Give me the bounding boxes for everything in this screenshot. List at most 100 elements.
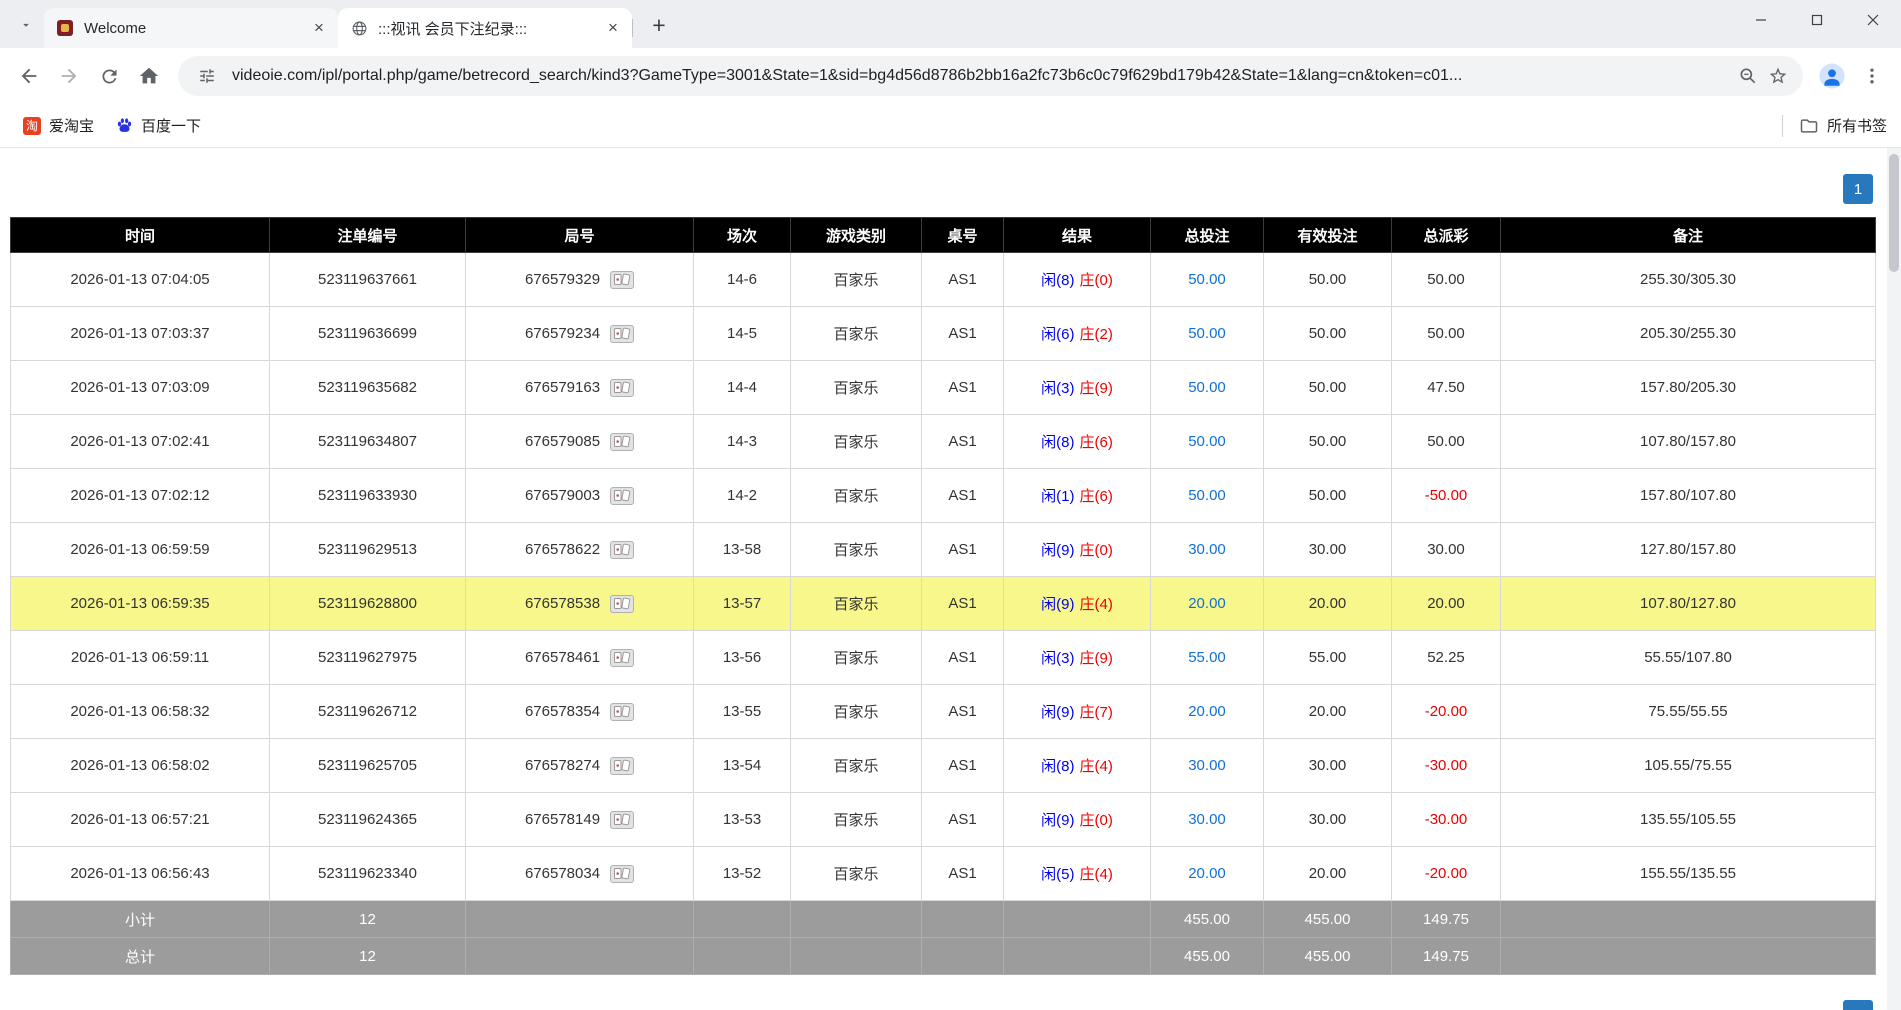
bookmark-aitaobao[interactable]: 淘 爱淘宝 [14,110,103,141]
cell-session: 13-55 [694,685,791,739]
forward-button[interactable] [50,57,88,95]
tab-title: :::视讯 会员下注纪录::: [378,18,602,39]
result-banker: 庄(0) [1080,542,1113,559]
cell-total-bet[interactable]: 50.00 [1151,253,1264,307]
cell-result: 闲(5)庄(4) [1004,847,1151,901]
replay-cards-icon[interactable] [610,703,634,721]
tab-welcome[interactable]: Welcome × [44,8,338,48]
replay-cards-icon[interactable] [610,325,634,343]
cell-result: 闲(8)庄(0) [1004,253,1151,307]
cell-bet-id: 523119635682 [270,361,466,415]
back-button[interactable] [10,57,48,95]
baidu-paw-icon [116,117,133,134]
page-scrollbar[interactable] [1887,148,1901,1010]
result-banker: 庄(4) [1080,758,1113,775]
replay-cards-icon[interactable] [610,757,634,775]
cell-total-bet[interactable]: 20.00 [1151,577,1264,631]
tab-betrecord[interactable]: :::视讯 会员下注纪录::: × [338,8,632,48]
cell-bet-id: 523119637661 [270,253,466,307]
total-valid-bet: 455.00 [1264,938,1392,975]
table-row: 2026-01-13 07:03:09523119635682676579163… [11,361,1876,415]
cell-note: 55.55/107.80 [1501,631,1876,685]
cell-total-bet[interactable]: 50.00 [1151,415,1264,469]
cell-result: 闲(9)庄(0) [1004,523,1151,577]
welcome-favicon-icon [56,19,74,37]
page-content: 1 时间 注单编号 局号 场次 游戏类别 桌号 结果 总投注 有效投注 总 [0,148,1901,1010]
replay-cards-icon[interactable] [610,649,634,667]
tab-close-icon[interactable]: × [308,17,330,39]
bookmarks-separator [1782,115,1783,137]
empty-cell [1501,938,1876,975]
total-label: 总计 [11,938,270,975]
replay-cards-icon[interactable] [610,541,634,559]
zoom-icon[interactable] [1733,61,1763,91]
replay-cards-icon[interactable] [610,379,634,397]
cell-total-bet[interactable]: 50.00 [1151,361,1264,415]
replay-cards-icon[interactable] [610,595,634,613]
pagination-bottom-partial[interactable]: 1 [1843,1000,1873,1010]
close-button[interactable] [1845,0,1901,40]
result-player: 闲(5) [1041,866,1074,883]
cell-note: 107.80/127.80 [1501,577,1876,631]
home-button[interactable] [130,57,168,95]
tab-search-icon[interactable] [12,11,40,39]
cell-valid-bet: 50.00 [1264,361,1392,415]
cell-time: 2026-01-13 06:58:32 [11,685,270,739]
cell-payout: 52.25 [1392,631,1501,685]
col-payout: 总派彩 [1392,218,1501,253]
col-table-no: 桌号 [922,218,1004,253]
cell-total-bet[interactable]: 50.00 [1151,307,1264,361]
result-player: 闲(8) [1041,758,1074,775]
table-row: 2026-01-13 07:02:41523119634807676579085… [11,415,1876,469]
replay-cards-icon[interactable] [610,865,634,883]
cell-round: 676578461 [466,631,694,685]
cell-session: 14-6 [694,253,791,307]
cell-table-no: AS1 [922,631,1004,685]
profile-avatar[interactable] [1813,57,1851,95]
replay-cards-icon[interactable] [610,433,634,451]
url-text[interactable]: videoie.com/ipl/portal.php/game/betrecor… [232,67,1723,85]
result-player: 闲(9) [1041,704,1074,721]
cell-valid-bet: 55.00 [1264,631,1392,685]
table-row: 2026-01-13 07:02:12523119633930676579003… [11,469,1876,523]
table-row: 2026-01-13 06:59:59523119629513676578622… [11,523,1876,577]
bookmark-baidu[interactable]: 百度一下 [107,110,210,141]
all-bookmarks-label[interactable]: 所有书签 [1827,115,1887,136]
site-settings-icon[interactable] [192,61,222,91]
cell-round: 676578538 [466,577,694,631]
cell-total-bet[interactable]: 20.00 [1151,847,1264,901]
cell-total-bet[interactable]: 30.00 [1151,523,1264,577]
tab-close-icon[interactable]: × [602,17,624,39]
menu-dots-icon[interactable] [1853,57,1891,95]
cell-round: 676579003 [466,469,694,523]
url-bar[interactable]: videoie.com/ipl/portal.php/game/betrecor… [178,56,1803,96]
replay-cards-icon[interactable] [610,487,634,505]
new-tab-button[interactable]: + [642,8,676,42]
cell-table-no: AS1 [922,847,1004,901]
cell-total-bet[interactable]: 30.00 [1151,739,1264,793]
cell-game-type: 百家乐 [791,415,922,469]
cell-table-no: AS1 [922,793,1004,847]
cell-time: 2026-01-13 06:56:43 [11,847,270,901]
scrollbar-thumb[interactable] [1889,154,1899,272]
cell-payout: -20.00 [1392,847,1501,901]
cell-result: 闲(9)庄(4) [1004,577,1151,631]
minimize-button[interactable] [1733,0,1789,40]
replay-cards-icon[interactable] [610,271,634,289]
cell-total-bet[interactable]: 50.00 [1151,469,1264,523]
cell-bet-id: 523119628800 [270,577,466,631]
cell-note: 105.55/75.55 [1501,739,1876,793]
result-banker: 庄(9) [1080,380,1113,397]
reload-button[interactable] [90,57,128,95]
bookmark-star-icon[interactable] [1763,61,1793,91]
pagination-page-1[interactable]: 1 [1843,174,1873,204]
maximize-button[interactable] [1789,0,1845,40]
empty-cell [922,901,1004,938]
cell-total-bet[interactable]: 30.00 [1151,793,1264,847]
cell-game-type: 百家乐 [791,253,922,307]
cell-payout: 20.00 [1392,577,1501,631]
replay-cards-icon[interactable] [610,811,634,829]
cell-total-bet[interactable]: 20.00 [1151,685,1264,739]
cell-time: 2026-01-13 06:58:02 [11,739,270,793]
cell-total-bet[interactable]: 55.00 [1151,631,1264,685]
